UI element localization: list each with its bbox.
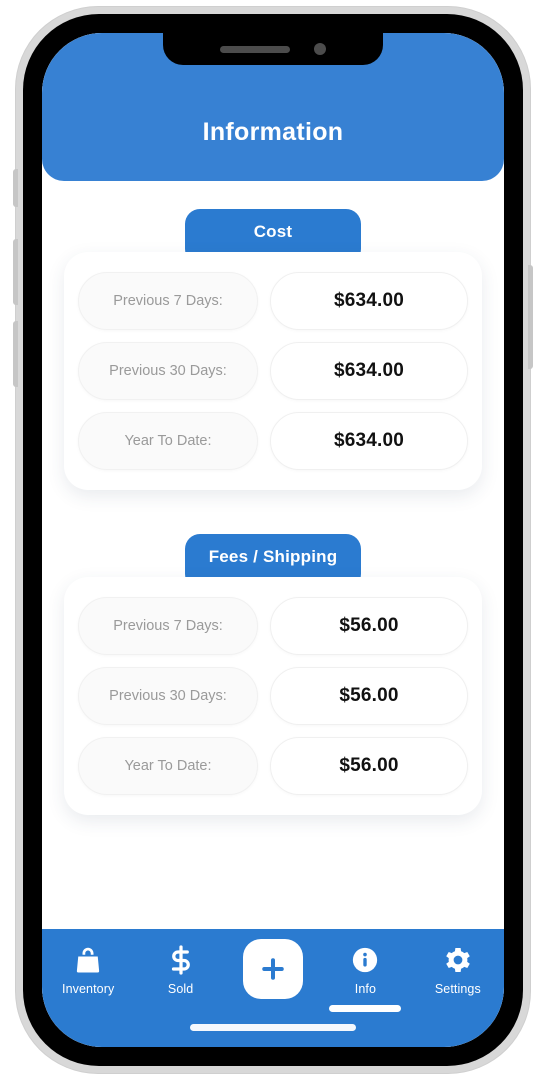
stat-row: Year To Date: $56.00 — [78, 737, 468, 795]
stat-label: Previous 30 Days: — [78, 342, 258, 400]
nav-item-settings[interactable]: Settings — [412, 943, 504, 996]
section-card-fees-shipping: Previous 7 Days: $56.00 Previous 30 Days… — [64, 577, 482, 815]
nav-item-add[interactable] — [227, 939, 319, 1004]
power-button[interactable] — [528, 265, 533, 369]
nav-item-inventory[interactable]: Inventory — [42, 943, 134, 996]
stat-row: Previous 7 Days: $56.00 — [78, 597, 468, 655]
volume-down-button[interactable] — [13, 321, 18, 387]
nav-item-info[interactable]: Info — [319, 943, 411, 1012]
nav-label: Sold — [167, 982, 194, 996]
stat-value: $56.00 — [270, 737, 468, 795]
info-circle-icon — [351, 943, 379, 977]
gear-icon — [443, 943, 473, 977]
stat-label: Previous 7 Days: — [78, 272, 258, 330]
nav-item-sold[interactable]: Sold — [134, 943, 226, 996]
active-tab-indicator — [329, 1005, 402, 1012]
phone-mockup: Information Cost Previous 7 Days: $634.0… — [0, 0, 546, 1080]
dollar-sign-icon — [166, 943, 196, 977]
section-fees-shipping: Fees / Shipping Previous 7 Days: $56.00 … — [42, 534, 504, 815]
stat-row: Year To Date: $634.00 — [78, 412, 468, 470]
plus-icon — [258, 952, 288, 986]
nav-label: Info — [354, 982, 377, 996]
stat-value: $634.00 — [270, 342, 468, 400]
add-button[interactable] — [243, 939, 304, 999]
main-content: Cost Previous 7 Days: $634.00 Previous 3… — [42, 181, 504, 929]
home-indicator — [190, 1024, 356, 1031]
nav-label: Inventory — [62, 982, 115, 996]
stat-row: Previous 30 Days: $634.00 — [78, 342, 468, 400]
mute-switch-button[interactable] — [13, 169, 18, 207]
phone-frame: Information Cost Previous 7 Days: $634.0… — [13, 7, 533, 1073]
phone-notch — [163, 33, 383, 65]
stat-label: Year To Date: — [78, 412, 258, 470]
stat-label: Previous 30 Days: — [78, 667, 258, 725]
stat-label: Year To Date: — [78, 737, 258, 795]
phone-bezel: Information Cost Previous 7 Days: $634.0… — [23, 14, 523, 1066]
stat-value: $634.00 — [270, 272, 468, 330]
page-title: Information — [202, 118, 344, 146]
volume-up-button[interactable] — [13, 239, 18, 305]
stat-value: $56.00 — [270, 667, 468, 725]
nav-label: Settings — [434, 982, 481, 996]
stat-value: $634.00 — [270, 412, 468, 470]
section-card-cost: Previous 7 Days: $634.00 Previous 30 Day… — [64, 252, 482, 490]
stat-label: Previous 7 Days: — [78, 597, 258, 655]
stat-value: $56.00 — [270, 597, 468, 655]
stat-row: Previous 30 Days: $56.00 — [78, 667, 468, 725]
phone-screen: Information Cost Previous 7 Days: $634.0… — [42, 33, 504, 1047]
section-cost: Cost Previous 7 Days: $634.00 Previous 3… — [42, 209, 504, 490]
stat-row: Previous 7 Days: $634.00 — [78, 272, 468, 330]
earpiece-speaker-icon — [220, 45, 290, 53]
front-camera-icon — [314, 43, 326, 55]
shopping-bag-icon — [73, 943, 103, 977]
